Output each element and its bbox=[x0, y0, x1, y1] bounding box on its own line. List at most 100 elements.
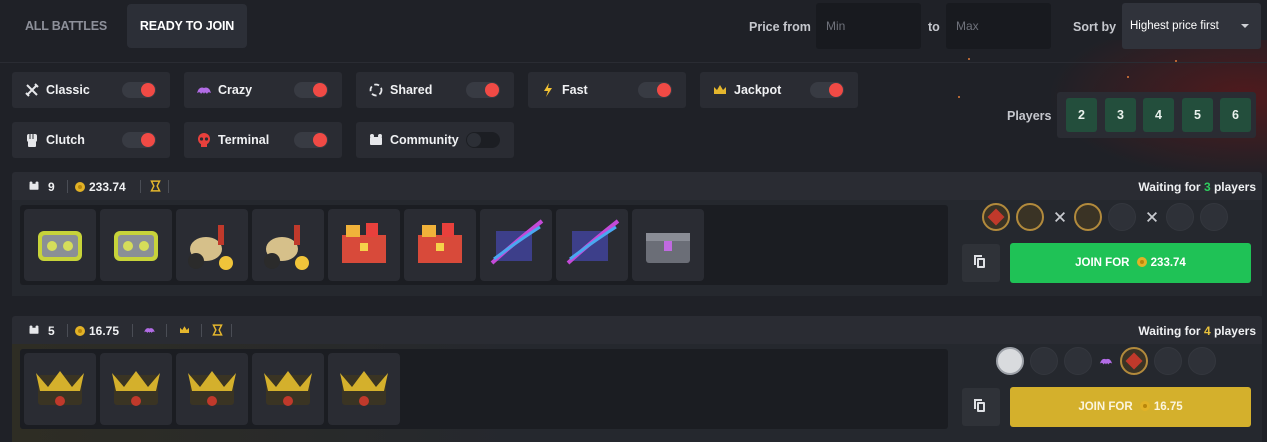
case-item[interactable] bbox=[24, 353, 96, 425]
price-min-input[interactable] bbox=[816, 3, 921, 49]
header-separator bbox=[168, 180, 169, 193]
join-battle-button[interactable]: JOIN FOR 233.74 bbox=[1010, 243, 1251, 283]
top-bar: ALL BATTLES READY TO JOIN Price from to … bbox=[0, 0, 1267, 56]
price-max-input[interactable] bbox=[946, 3, 1051, 49]
case-count: 5 bbox=[48, 324, 55, 338]
players-option-4[interactable]: 4 bbox=[1143, 98, 1174, 132]
mode-toggle[interactable] bbox=[122, 132, 156, 148]
tab-ready-to-join[interactable]: READY TO JOIN bbox=[127, 4, 247, 48]
mode-toggle[interactable] bbox=[122, 82, 156, 98]
header-separator bbox=[132, 324, 133, 337]
player-avatar[interactable] bbox=[1016, 203, 1044, 231]
player-avatar[interactable] bbox=[996, 347, 1024, 375]
trophy-icon bbox=[150, 180, 161, 192]
case-item[interactable] bbox=[100, 353, 172, 425]
cases-list bbox=[20, 349, 948, 429]
sort-select[interactable]: Highest price first bbox=[1122, 3, 1261, 49]
battle-card: 5 16.75 Waiting for 4 players JOIN FOR 1… bbox=[12, 316, 1262, 442]
mode-chip-crazy[interactable]: Crazy bbox=[184, 72, 342, 108]
coin-icon bbox=[1139, 401, 1150, 411]
case-item[interactable] bbox=[176, 209, 248, 281]
players-option-3[interactable]: 3 bbox=[1105, 98, 1136, 132]
mode-toggle[interactable] bbox=[638, 82, 672, 98]
mode-chip-terminal[interactable]: Terminal bbox=[184, 122, 342, 158]
empty-player-slot[interactable] bbox=[1108, 203, 1136, 231]
empty-player-slot[interactable] bbox=[1030, 347, 1058, 375]
case-icon bbox=[29, 325, 39, 334]
join-amount-value: 16.75 bbox=[1153, 401, 1183, 413]
empty-player-slot[interactable] bbox=[1200, 203, 1228, 231]
join-label: JOIN FOR bbox=[1078, 401, 1133, 413]
header-separator bbox=[67, 180, 68, 193]
players-option-5[interactable]: 5 bbox=[1182, 98, 1213, 132]
header-separator bbox=[201, 324, 202, 337]
mode-label: Crazy bbox=[218, 83, 253, 97]
price-to-label: to bbox=[928, 20, 940, 34]
case-item[interactable] bbox=[252, 209, 324, 281]
empty-player-slot[interactable] bbox=[1166, 203, 1194, 231]
waiting-suffix: players bbox=[1210, 180, 1256, 194]
coin-icon bbox=[75, 182, 85, 192]
case-item[interactable] bbox=[328, 209, 400, 281]
copy-link-button[interactable] bbox=[962, 388, 1000, 426]
mode-toggle[interactable] bbox=[294, 82, 328, 98]
battle-card: 9 233.74 Waiting for 3 players JOIN FOR … bbox=[12, 172, 1262, 296]
ember-particle bbox=[958, 96, 960, 98]
mode-label: Classic bbox=[46, 83, 90, 97]
community-icon bbox=[370, 134, 382, 145]
mode-label: Terminal bbox=[218, 133, 270, 147]
players-option-2[interactable]: 2 bbox=[1066, 98, 1097, 132]
mode-toggle[interactable] bbox=[810, 82, 844, 98]
divider bbox=[0, 62, 1267, 63]
waiting-status: Waiting for 4 players bbox=[1138, 324, 1256, 338]
case-item[interactable] bbox=[100, 209, 172, 281]
battle-price-value: 233.74 bbox=[89, 180, 126, 194]
case-item[interactable] bbox=[556, 209, 628, 281]
chevron-down-icon bbox=[1241, 24, 1249, 28]
battle-price-value: 16.75 bbox=[89, 324, 120, 338]
player-avatar[interactable] bbox=[982, 203, 1010, 231]
case-item[interactable] bbox=[632, 209, 704, 281]
crossed-swords-icon bbox=[1147, 212, 1157, 222]
player-slots bbox=[972, 203, 1228, 233]
case-item[interactable] bbox=[176, 353, 248, 425]
waiting-prefix: Waiting for bbox=[1138, 180, 1204, 194]
case-item[interactable] bbox=[328, 353, 400, 425]
join-amount: 233.74 bbox=[1136, 257, 1186, 269]
empty-player-slot[interactable] bbox=[1064, 347, 1092, 375]
player-avatar[interactable] bbox=[1074, 203, 1102, 231]
mode-chip-classic[interactable]: Classic bbox=[12, 72, 170, 108]
sort-select-value: Highest price first bbox=[1130, 20, 1219, 32]
mode-chip-shared[interactable]: Shared bbox=[356, 72, 514, 108]
mode-toggle[interactable] bbox=[466, 132, 500, 148]
mode-chip-clutch[interactable]: Clutch bbox=[12, 122, 170, 158]
empty-player-slot[interactable] bbox=[1188, 347, 1216, 375]
players-option-6[interactable]: 6 bbox=[1220, 98, 1251, 132]
skull-icon bbox=[198, 133, 210, 147]
tab-all-battles[interactable]: ALL BATTLES bbox=[12, 4, 120, 48]
case-item[interactable] bbox=[24, 209, 96, 281]
mode-label: Fast bbox=[562, 83, 588, 97]
mode-toggle[interactable] bbox=[466, 82, 500, 98]
waiting-count: 3 bbox=[1203, 180, 1211, 194]
copy-link-button[interactable] bbox=[962, 244, 1000, 282]
trophy-icon bbox=[212, 324, 223, 336]
case-item[interactable] bbox=[480, 209, 552, 281]
mode-chip-jackpot[interactable]: Jackpot bbox=[700, 72, 858, 108]
players-label: Players bbox=[1007, 109, 1052, 123]
cases-list bbox=[20, 205, 948, 285]
toggle-knob bbox=[313, 83, 327, 97]
player-avatar[interactable] bbox=[1120, 347, 1148, 375]
shared-icon bbox=[369, 83, 383, 97]
mode-toggle[interactable] bbox=[294, 132, 328, 148]
case-item[interactable] bbox=[252, 353, 324, 425]
empty-player-slot[interactable] bbox=[1154, 347, 1182, 375]
case-item[interactable] bbox=[404, 209, 476, 281]
toggle-knob bbox=[141, 83, 155, 97]
case-icon bbox=[29, 181, 39, 190]
mode-chip-community[interactable]: Community bbox=[356, 122, 514, 158]
mode-chip-fast[interactable]: Fast bbox=[528, 72, 686, 108]
waiting-status: Waiting for 3 players bbox=[1138, 180, 1256, 194]
toggle-knob bbox=[467, 133, 481, 147]
join-battle-button[interactable]: JOIN FOR 16.75 bbox=[1010, 387, 1251, 427]
